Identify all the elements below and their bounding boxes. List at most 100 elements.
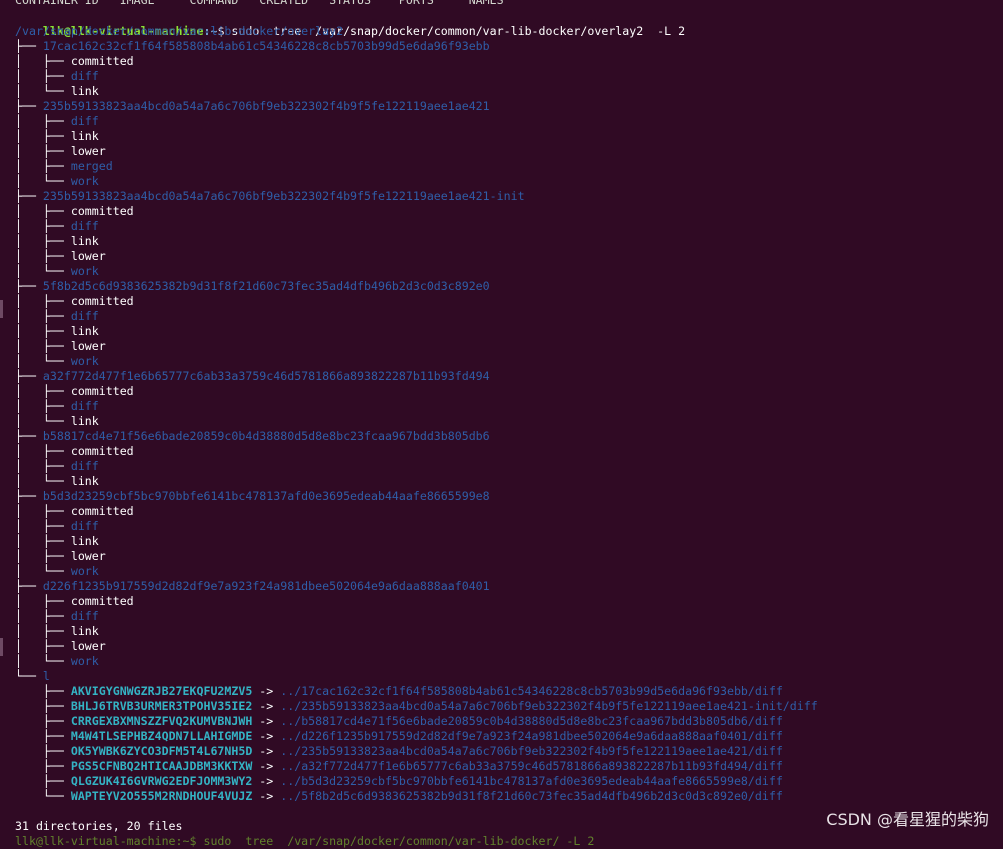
symlink-target: ../b5d3d23259cbf5bc970bbfe6141bc478137af… — [280, 774, 783, 788]
tree-branch-glyph: │ └── — [15, 84, 71, 98]
file-name: committed — [70, 444, 134, 458]
tree-entry-dir: ├── b58817cd4e71f56e6bade20859c0b4d38880… — [15, 429, 490, 444]
symlink-target: ../235b59133823aa4bcd0a54a7a6c706bf9eb32… — [280, 744, 783, 758]
tree-branch-glyph: ├── — [15, 369, 43, 383]
tree-root-dir: /var/snap/docker/common/var-lib-docker/o… — [15, 24, 344, 38]
file-name: committed — [70, 204, 134, 218]
tree-entry-dir: ├── a32f772d477f1e6b65777c6ab33a3759c46d… — [15, 369, 490, 384]
tree-branch-glyph: │ ├── — [15, 399, 71, 413]
file-name: committed — [70, 294, 134, 308]
tree-entry-symlink: ├── CRRGEXBXMNSZZFVQ2KUMVBNJWH -> ../b58… — [15, 714, 783, 729]
tree-entry-symlink: ├── PGS5CFNBQ2HTICAAJDBM3KKTXW -> ../a32… — [15, 759, 783, 774]
file-name: link — [70, 324, 99, 338]
symlink-target: ../d226f1235b917559d2d82df9e7a923f24a981… — [280, 729, 783, 743]
directory-name: work — [70, 354, 99, 368]
tree-branch-glyph: │ └── — [15, 354, 71, 368]
tree-branch-glyph: ├── — [15, 729, 71, 743]
tree-branch-glyph: │ ├── — [15, 519, 71, 533]
tree-branch-glyph: │ └── — [15, 414, 71, 428]
file-name: committed — [70, 594, 134, 608]
file-name: lower — [70, 549, 106, 563]
symlink-name: QLGZUK4I6GVRWG2EDFJOMM3WY2 — [70, 774, 253, 788]
directory-name: diff — [70, 114, 99, 128]
tree-entry-child: │ ├── diff — [15, 219, 99, 234]
tree-branch-glyph: │ ├── — [15, 609, 71, 623]
window-edge-marker — [0, 300, 3, 318]
tree-entry-child: │ ├── diff — [15, 399, 99, 414]
directory-name: b5d3d23259cbf5bc970bbfe6141bc478137afd0e… — [42, 489, 490, 503]
tree-entry-dir: └── l — [15, 669, 50, 684]
tree-branch-glyph: │ ├── — [15, 219, 71, 233]
tree-branch-glyph: ├── — [15, 489, 43, 503]
symlink-target: ../235b59133823aa4bcd0a54a7a6c706bf9eb32… — [280, 699, 818, 713]
tree-entry-symlink: ├── BHLJ6TRVB3URMER3TPOHV35IE2 -> ../235… — [15, 699, 818, 714]
directory-name: merged — [70, 159, 113, 173]
directory-name: 17cac162c32cf1f64f585808b4ab61c54346228c… — [42, 39, 490, 53]
tree-branch-glyph: │ ├── — [15, 69, 71, 83]
tree-branch-glyph: │ ├── — [15, 144, 71, 158]
tree-branch-glyph: │ ├── — [15, 324, 71, 338]
symlink-arrow: -> — [252, 729, 281, 743]
tree-entry-child: │ ├── diff — [15, 609, 99, 624]
tree-entry-child: │ └── link — [15, 474, 99, 489]
file-name: lower — [70, 639, 106, 653]
tree-branch-glyph: │ ├── — [15, 504, 71, 518]
tree-entry-dir: ├── 5f8b2d5c6d9383625382b9d31f8f21d60c73… — [15, 279, 490, 294]
tree-branch-glyph: │ ├── — [15, 624, 71, 638]
tree-entry-child: │ ├── diff — [15, 69, 99, 84]
symlink-target: ../5f8b2d5c6d9383625382b9d31f8f21d60c73f… — [280, 789, 783, 803]
directory-name: 235b59133823aa4bcd0a54a7a6c706bf9eb32230… — [42, 99, 490, 113]
tree-branch-glyph: ├── — [15, 759, 71, 773]
tree-branch-glyph: ├── — [15, 279, 43, 293]
file-name: link — [70, 624, 99, 638]
tree-entry-child: │ ├── lower — [15, 549, 106, 564]
tree-branch-glyph: ├── — [15, 684, 71, 698]
directory-name: diff — [70, 459, 99, 473]
tree-entry-dir: ├── 235b59133823aa4bcd0a54a7a6c706bf9eb3… — [15, 189, 525, 204]
directory-name: diff — [70, 219, 99, 233]
tree-entry-child: │ ├── link — [15, 129, 99, 144]
tree-branch-glyph: │ └── — [15, 654, 71, 668]
tree-entry-child: │ └── work — [15, 564, 99, 579]
file-name: lower — [70, 249, 106, 263]
tree-entry-dir: ├── 235b59133823aa4bcd0a54a7a6c706bf9eb3… — [15, 99, 490, 114]
tree-branch-glyph: │ ├── — [15, 309, 71, 323]
tree-branch-glyph: │ └── — [15, 474, 71, 488]
symlink-name: AKVIGYGNWGZRJB27EKQFU2MZV5 — [70, 684, 253, 698]
file-name: lower — [70, 144, 106, 158]
file-name: link — [70, 414, 99, 428]
symlink-target: ../a32f772d477f1e6b65777c6ab33a3759c46d5… — [280, 759, 783, 773]
tree-entry-child: │ └── work — [15, 174, 99, 189]
symlink-arrow: -> — [252, 699, 281, 713]
tree-entry-child: │ ├── committed — [15, 384, 134, 399]
tree-branch-glyph: │ ├── — [15, 534, 71, 548]
tree-entry-child: │ ├── committed — [15, 204, 134, 219]
tree-branch-glyph: ├── — [15, 774, 71, 788]
tree-branch-glyph: └── — [15, 789, 71, 803]
tree-entry-child: │ ├── committed — [15, 54, 134, 69]
symlink-target: ../b58817cd4e71f56e6bade20859c0b4d38880d… — [280, 714, 783, 728]
tree-entry-dir: ├── 17cac162c32cf1f64f585808b4ab61c54346… — [15, 39, 490, 54]
file-name: committed — [70, 54, 134, 68]
tree-entry-child: │ ├── lower — [15, 249, 106, 264]
directory-name: l — [42, 669, 50, 683]
directory-name: a32f772d477f1e6b65777c6ab33a3759c46d5781… — [42, 369, 490, 383]
tree-branch-glyph: │ ├── — [15, 114, 71, 128]
file-name: committed — [70, 384, 134, 398]
terminal-window[interactable]: CONTAINER ID IMAGE COMMAND CREATED STATU… — [0, 0, 1003, 848]
directory-name: diff — [70, 609, 99, 623]
symlink-arrow: -> — [252, 759, 281, 773]
directory-name: b58817cd4e71f56e6bade20859c0b4d38880d5d8… — [42, 429, 490, 443]
symlink-arrow: -> — [252, 774, 281, 788]
tree-entry-dir: ├── d226f1235b917559d2d82df9e7a923f24a98… — [15, 579, 490, 594]
tree-entry-child: │ ├── committed — [15, 594, 134, 609]
tree-branch-glyph: │ ├── — [15, 339, 71, 353]
tree-entry-child: │ └── work — [15, 654, 99, 669]
directory-name: diff — [70, 399, 99, 413]
symlink-arrow: -> — [252, 714, 281, 728]
tree-branch-glyph: │ ├── — [15, 54, 71, 68]
file-name: link — [70, 234, 99, 248]
tree-entry-dir: ├── b5d3d23259cbf5bc970bbfe6141bc478137a… — [15, 489, 490, 504]
tree-entry-child: │ ├── link — [15, 324, 99, 339]
tree-entry-child: │ └── link — [15, 84, 99, 99]
